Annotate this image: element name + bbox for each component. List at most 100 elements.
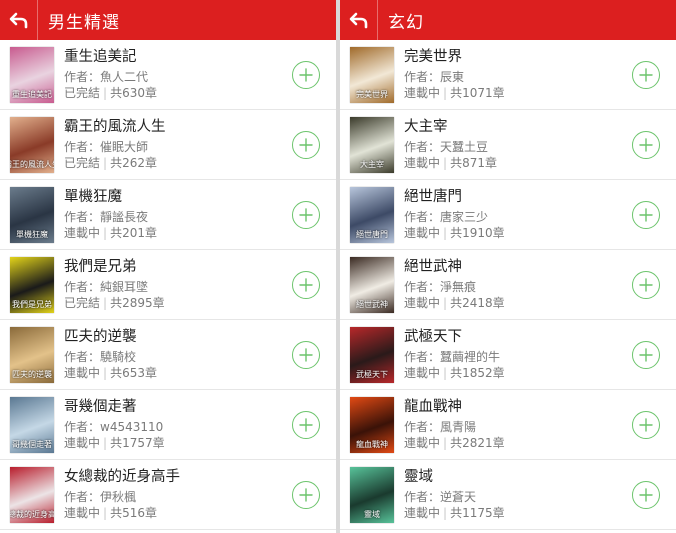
book-cover[interactable]: 完美世界 (350, 46, 394, 103)
divider: | (103, 86, 108, 100)
book-cover[interactable]: 匹夫的逆襲 (10, 326, 54, 383)
book-status: 連載中 (404, 366, 441, 380)
divider: | (103, 436, 108, 450)
add-to-shelf-button[interactable] (632, 340, 660, 369)
add-to-shelf-button[interactable] (632, 200, 660, 229)
book-cover[interactable]: 絕世唐門 (350, 186, 394, 243)
page-title: 玄幻 (388, 12, 424, 33)
add-to-shelf-button[interactable] (632, 270, 660, 299)
add-to-shelf-button[interactable] (292, 60, 320, 89)
add-to-shelf-button[interactable] (292, 270, 320, 299)
book-status: 連載中 (404, 156, 441, 170)
book-title[interactable]: 匹夫的逆襲 (64, 328, 292, 346)
divider: | (103, 366, 108, 380)
book-info: 靈域 作者：逆蒼天 連載中 | 共1175章 (404, 468, 632, 521)
book-cover[interactable]: 哥幾個走著 (10, 396, 54, 453)
book-status-line: 連載中 | 共1910章 (404, 225, 632, 241)
add-to-shelf-button[interactable] (292, 200, 320, 229)
add-to-shelf-button[interactable] (292, 410, 320, 439)
book-title[interactable]: 龍血戰神 (404, 398, 632, 416)
back-arrow-icon (9, 12, 27, 29)
plus-icon (639, 137, 653, 152)
book-title[interactable]: 絕世唐門 (404, 188, 632, 206)
cover-caption: 我們是兄弟 (12, 299, 52, 309)
chapter-count: 共2895章 (110, 296, 165, 310)
book-status-line: 連載中 | 共653章 (64, 365, 292, 381)
book-cover[interactable]: 武極天下 (350, 326, 394, 383)
book-author: 作者：蠶繭裡的牛 (404, 350, 501, 364)
book-title[interactable]: 重生追美記 (64, 48, 292, 66)
book-title[interactable]: 絕世武神 (404, 258, 632, 276)
add-to-shelf-button[interactable] (292, 130, 320, 159)
book-cover[interactable]: 大主宰 (350, 116, 394, 173)
plus-icon (299, 487, 313, 502)
cover-caption: 大主宰 (360, 159, 384, 169)
book-row[interactable]: 大主宰 大主宰 作者：天蠶土豆 連載中 | 共871章 (340, 110, 676, 180)
book-author: 作者：風青陽 (404, 420, 477, 434)
add-to-shelf-button[interactable] (632, 410, 660, 439)
book-cover[interactable]: 我們是兄弟 (10, 256, 54, 313)
cover-caption: 靈域 (364, 509, 380, 519)
plus-icon (299, 67, 313, 82)
book-row[interactable]: 單機狂魔 單機狂魔 作者：靜謐長夜 連載中 | 共201章 (0, 180, 336, 250)
book-cover[interactable]: 女總裁的近身高手 (10, 466, 54, 523)
chapter-count: 共653章 (110, 366, 157, 380)
book-title[interactable]: 哥幾個走著 (64, 398, 292, 416)
book-status-line: 已完結 | 共630章 (64, 85, 292, 101)
book-row[interactable]: 我們是兄弟 我們是兄弟 作者：純銀耳墜 已完結 | 共2895章 (0, 250, 336, 320)
book-info: 龍血戰神 作者：風青陽 連載中 | 共2821章 (404, 398, 632, 451)
add-to-shelf-button[interactable] (632, 60, 660, 89)
boys-picks-panel: 男生精選 重生追美記 重生追美記 作者：魚人二代 已完結|共630章 霸王的風流… (0, 0, 336, 533)
book-status: 連載中 (64, 226, 101, 240)
book-title[interactable]: 霸王的風流人生 (64, 118, 292, 136)
book-cover[interactable]: 重生追美記 (10, 46, 54, 103)
book-row[interactable]: 完美世界 完美世界 作者：辰東 連載中 | 共1071章 (340, 40, 676, 110)
cover-caption: 完美世界 (356, 89, 388, 99)
book-status-line: 連載中 | 共871章 (404, 155, 632, 171)
book-cover[interactable]: 單機狂魔 (10, 186, 54, 243)
add-to-shelf-button[interactable] (292, 480, 320, 509)
book-author: 作者：催眠大師 (64, 140, 149, 154)
book-list: 完美世界 完美世界 作者：辰東 連載中 | 共1071章 大主宰 大主宰 作者：天蠶… (340, 40, 676, 530)
fantasy-panel: 玄幻 完美世界 完美世界 作者：辰東 連載中 | 共1071章 大主宰 大主宰 作者… (340, 0, 676, 533)
back-button[interactable] (340, 0, 378, 40)
book-cover[interactable]: 龍血戰神 (350, 396, 394, 453)
divider: | (103, 506, 108, 520)
book-row[interactable]: 霸王的風流人生 霸王的風流人生 作者：催眠大師 已完結|共262章 (0, 110, 336, 180)
book-title[interactable]: 完美世界 (404, 48, 632, 66)
book-row[interactable]: 靈域 靈域 作者：逆蒼天 連載中 | 共1175章 (340, 460, 676, 530)
divider: | (443, 296, 448, 310)
book-cover[interactable]: 絕世武神 (350, 256, 394, 313)
book-author: 作者：淨無痕 (404, 280, 477, 294)
book-title[interactable]: 單機狂魔 (64, 188, 292, 206)
book-row[interactable]: 重生追美記 重生追美記 作者：魚人二代 已完結 | 共630章 (0, 40, 336, 110)
add-to-shelf-button[interactable] (292, 340, 320, 369)
book-title[interactable]: 武極天下 (404, 328, 632, 346)
chapter-count: 共1852章 (450, 366, 505, 380)
book-row[interactable]: 哥幾個走著 哥幾個走著 作者：w4543110 連載中 | 共1757章 (0, 390, 336, 460)
plus-icon (299, 417, 313, 432)
book-title[interactable]: 大主宰 (404, 118, 632, 136)
book-row[interactable]: 武極天下 武極天下 作者：蠶繭裡的牛 連載中 | 共1852章 (340, 320, 676, 390)
add-to-shelf-button[interactable] (632, 130, 660, 159)
book-title[interactable]: 女總裁的近身高手 (64, 468, 292, 486)
book-status-line: 連載中 | 共2418章 (404, 295, 632, 311)
book-row[interactable]: 絕世唐門 絕世唐門 作者：唐家三少 連載中 | 共1910章 (340, 180, 676, 250)
book-row[interactable]: 女總裁的近身高手 女總裁的近身高手 作者：伊秋楓 連載中|共516章 (0, 460, 336, 530)
chapter-count: 共1071章 (450, 86, 505, 100)
book-title[interactable]: 靈域 (404, 468, 632, 486)
add-to-shelf-button[interactable] (632, 480, 660, 509)
divider: | (443, 436, 448, 450)
book-status-line: 連載中 | 共2821章 (404, 435, 632, 451)
book-row[interactable]: 匹夫的逆襲 匹夫的逆襲 作者：驍騎校 連載中 | 共653章 (0, 320, 336, 390)
back-button[interactable] (0, 0, 38, 40)
book-status: 連載中 (64, 506, 101, 520)
book-row[interactable]: 絕世武神 絕世武神 作者：淨無痕 連載中 | 共2418章 (340, 250, 676, 320)
book-row[interactable]: 龍血戰神 龍血戰神 作者：風青陽 連載中 | 共2821章 (340, 390, 676, 460)
book-title[interactable]: 我們是兄弟 (64, 258, 292, 276)
cover-caption: 武極天下 (356, 369, 388, 379)
book-cover[interactable]: 霸王的風流人生 (10, 116, 54, 173)
book-author: 作者：靜謐長夜 (64, 210, 149, 224)
book-cover[interactable]: 靈域 (350, 466, 394, 523)
book-info: 哥幾個走著 作者：w4543110 連載中 | 共1757章 (64, 398, 292, 451)
